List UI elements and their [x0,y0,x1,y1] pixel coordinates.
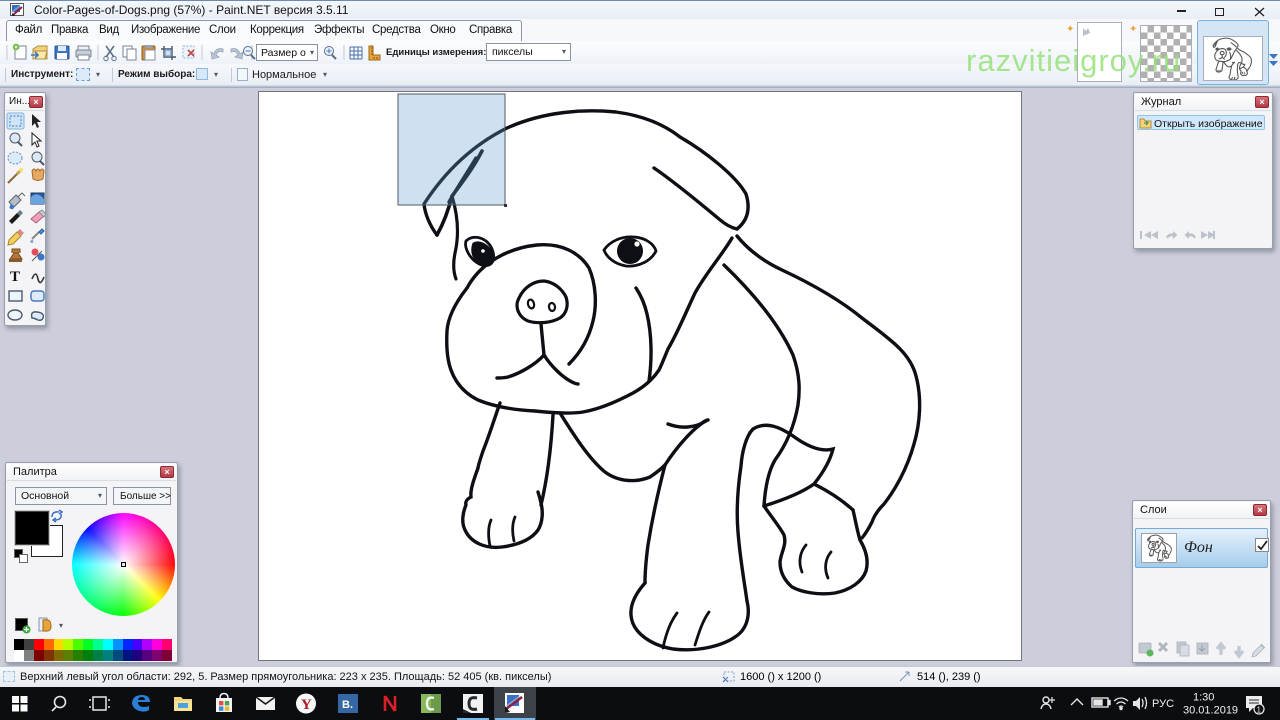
svg-text:30.01.2019: 30.01.2019 [1183,705,1238,717]
svg-text:B.: B. [342,699,353,711]
svg-text:1: 1 [1257,706,1262,715]
svg-text:T: T [10,269,20,285]
svg-text:Y: Y [301,697,312,713]
svg-text:РУС: РУС [1152,698,1174,710]
svg-text:1:30: 1:30 [1193,692,1214,704]
